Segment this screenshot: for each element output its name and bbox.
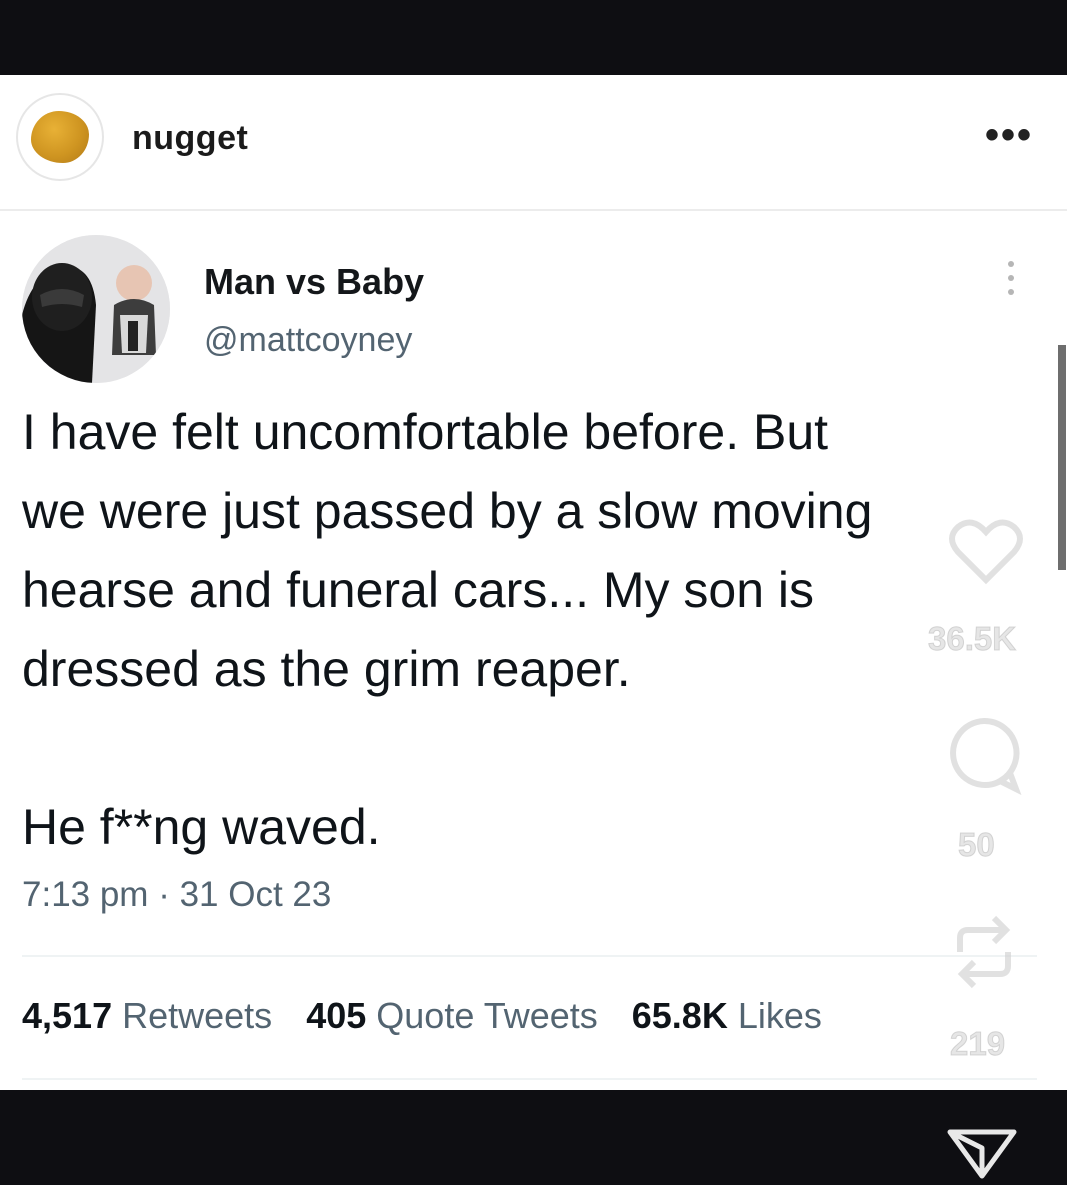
tweet-text: I have felt uncomfortable before. But we… [22,393,1042,709]
bottom-bar [0,1090,1067,1185]
like-count: 36.5K [927,620,1017,658]
top-status-bar [0,0,1067,75]
likes-label: Likes [737,995,822,1036]
likes-count: 65.8K [631,995,728,1036]
more-options-icon[interactable]: ••• [985,113,1033,158]
retweets-count: 4,517 [22,995,113,1036]
tweet-line: dressed as the grim reaper. [22,641,631,697]
heart-icon[interactable] [948,518,1024,586]
tweet-text-last: He f**ng waved. [22,799,381,855]
nugget-image [31,111,89,163]
repost-count: 219 [949,1025,1006,1063]
scrollbar-thumb[interactable] [1058,345,1066,570]
send-icon[interactable] [946,1128,1018,1180]
divider [22,1078,1037,1080]
comment-icon[interactable] [944,715,1024,795]
tweet-line: hearse and funeral cars... My son is [22,562,815,618]
tweet-stats: 4,517 Retweets 405 Quote Tweets 65.8K Like… [22,995,822,1037]
post-header: nugget ••• [0,75,1067,211]
account-name[interactable]: nugget [132,119,248,158]
comment-count: 50 [958,826,996,864]
tweet-line: we were just passed by a slow moving [22,483,873,539]
account-avatar[interactable] [16,93,104,181]
repost-icon[interactable] [948,912,1020,992]
tweet-more-icon [1005,261,1017,301]
tweet-avatar [22,235,170,383]
retweets-label: Retweets [122,995,273,1036]
quotes-label: Quote Tweets [376,995,598,1036]
quotes-count: 405 [306,995,367,1036]
post-card: nugget ••• Man vs Baby @mattcoyney I hav… [0,75,1067,1090]
tweet-line: I have felt uncomfortable before. But [22,404,829,460]
tweet-display-name[interactable]: Man vs Baby [204,261,424,303]
tweet-timestamp: 7:13 pm · 31 Oct 23 [22,875,332,914]
divider [22,955,1037,957]
tweet-handle[interactable]: @mattcoyney [204,321,412,360]
